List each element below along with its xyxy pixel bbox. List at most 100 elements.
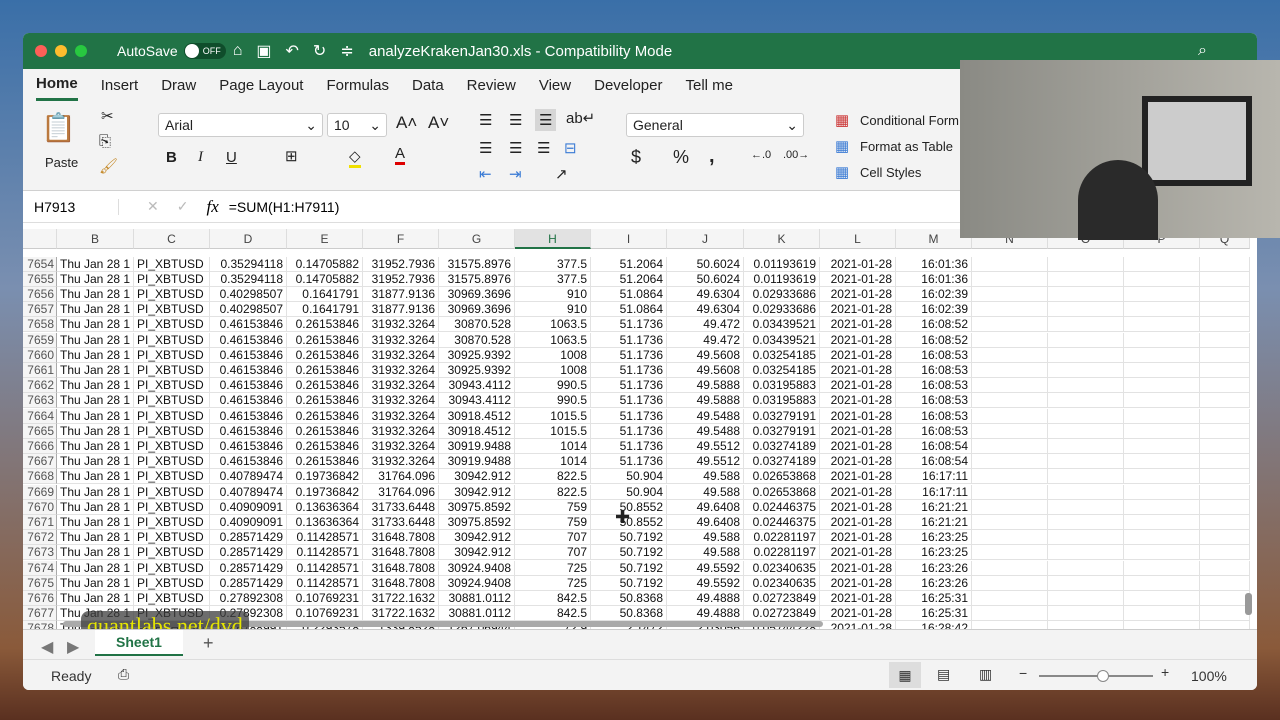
cell-J7665[interactable]: 49.5488 bbox=[667, 423, 744, 439]
empty-cell[interactable] bbox=[1124, 530, 1200, 546]
tab-page-layout[interactable]: Page Layout bbox=[219, 71, 303, 100]
cell-B7657[interactable]: Thu Jan 28 1 bbox=[57, 302, 134, 318]
empty-cell[interactable] bbox=[972, 514, 1048, 531]
cell-E7672[interactable]: 0.11428571 bbox=[287, 530, 363, 546]
cell-I7657[interactable]: 51.0864 bbox=[591, 302, 667, 318]
cell-E7654[interactable]: 0.14705882 bbox=[287, 256, 363, 272]
cell-J7667[interactable]: 49.5512 bbox=[667, 454, 744, 470]
empty-cell[interactable] bbox=[1048, 499, 1124, 515]
row-header[interactable]: 7676 bbox=[23, 590, 57, 607]
cell-D7674[interactable]: 0.28571429 bbox=[210, 560, 287, 576]
cell-M7654[interactable]: 16:01:36 bbox=[896, 256, 972, 272]
cell-L7667[interactable]: 2021-01-28 bbox=[820, 454, 896, 470]
next-sheet-icon[interactable]: ▶ bbox=[67, 637, 79, 657]
search-icon[interactable]: ⌕ bbox=[1198, 42, 1207, 60]
cell-I7659[interactable]: 51.1736 bbox=[591, 332, 667, 348]
cell-G7673[interactable]: 30942.912 bbox=[439, 545, 515, 561]
column-header-G[interactable]: G bbox=[439, 229, 515, 249]
cell-K7662[interactable]: 0.03195883 bbox=[744, 378, 820, 394]
cell-J7657[interactable]: 49.6304 bbox=[667, 302, 744, 318]
cell-C7674[interactable]: PI_XBTUSD bbox=[134, 560, 210, 576]
cell-G7667[interactable]: 30919.9488 bbox=[439, 454, 515, 470]
row-header[interactable]: 7665 bbox=[23, 423, 57, 439]
cell-E7662[interactable]: 0.26153846 bbox=[287, 378, 363, 394]
cell-H7666[interactable]: 1014 bbox=[515, 438, 591, 455]
empty-cell[interactable] bbox=[1200, 378, 1250, 394]
cell-K7677[interactable]: 0.02723849 bbox=[744, 606, 820, 622]
cell-G7663[interactable]: 30943.4112 bbox=[439, 393, 515, 409]
column-header-K[interactable]: K bbox=[744, 229, 820, 249]
row-header[interactable]: 7663 bbox=[23, 393, 57, 409]
align-top-icon[interactable]: ☰ bbox=[479, 111, 492, 129]
cell-L7672[interactable]: 2021-01-28 bbox=[820, 530, 896, 546]
cell-M7656[interactable]: 16:02:39 bbox=[896, 286, 972, 303]
tab-insert[interactable]: Insert bbox=[101, 71, 139, 100]
empty-cell[interactable] bbox=[1124, 378, 1200, 394]
cell-L7666[interactable]: 2021-01-28 bbox=[820, 438, 896, 455]
empty-cell[interactable] bbox=[1124, 438, 1200, 455]
cell-B7675[interactable]: Thu Jan 28 1 bbox=[57, 575, 134, 591]
empty-cell[interactable] bbox=[1200, 256, 1250, 272]
cell-C7654[interactable]: PI_XBTUSD bbox=[134, 256, 210, 272]
cell-C7666[interactable]: PI_XBTUSD bbox=[134, 438, 210, 455]
empty-cell[interactable] bbox=[1048, 575, 1124, 591]
row-header[interactable]: 7661 bbox=[23, 362, 57, 379]
cell-I7667[interactable]: 51.1736 bbox=[591, 454, 667, 470]
cell-C7670[interactable]: PI_XBTUSD bbox=[134, 499, 210, 515]
cell-H7671[interactable]: 759 bbox=[515, 514, 591, 531]
empty-cell[interactable] bbox=[1200, 621, 1250, 629]
fill-color-icon[interactable]: ◇ bbox=[349, 147, 361, 168]
vertical-scrollbar[interactable] bbox=[1245, 593, 1252, 615]
empty-cell[interactable] bbox=[972, 606, 1048, 622]
increase-indent-icon[interactable]: ⇥ bbox=[509, 165, 522, 183]
empty-cell[interactable] bbox=[1124, 393, 1200, 409]
cell-D7655[interactable]: 0.35294118 bbox=[210, 271, 287, 287]
cell-L7662[interactable]: 2021-01-28 bbox=[820, 378, 896, 394]
cell-L7676[interactable]: 2021-01-28 bbox=[820, 590, 896, 607]
cell-H7658[interactable]: 1063.5 bbox=[515, 317, 591, 333]
cell-M7671[interactable]: 16:21:21 bbox=[896, 514, 972, 531]
cell-I7656[interactable]: 51.0864 bbox=[591, 286, 667, 303]
empty-cell[interactable] bbox=[1048, 256, 1124, 272]
cell-E7667[interactable]: 0.26153846 bbox=[287, 454, 363, 470]
cell-L7675[interactable]: 2021-01-28 bbox=[820, 575, 896, 591]
row-header[interactable]: 7675 bbox=[23, 575, 57, 591]
empty-cell[interactable] bbox=[1124, 514, 1200, 531]
cell-D7658[interactable]: 0.46153846 bbox=[210, 317, 287, 333]
decrease-indent-icon[interactable]: ⇤ bbox=[479, 165, 492, 183]
empty-cell[interactable] bbox=[972, 271, 1048, 287]
empty-cell[interactable] bbox=[972, 408, 1048, 424]
cell-E7663[interactable]: 0.26153846 bbox=[287, 393, 363, 409]
cell-G7659[interactable]: 30870.528 bbox=[439, 332, 515, 348]
cell-E7668[interactable]: 0.19736842 bbox=[287, 469, 363, 485]
cell-L7677[interactable]: 2021-01-28 bbox=[820, 606, 896, 622]
empty-cell[interactable] bbox=[1124, 271, 1200, 287]
autosave-toggle[interactable]: OFF bbox=[183, 43, 226, 59]
decrease-decimal-icon[interactable]: .00→ bbox=[783, 149, 809, 161]
cell-I7677[interactable]: 50.8368 bbox=[591, 606, 667, 622]
cell-G7658[interactable]: 30870.528 bbox=[439, 317, 515, 333]
align-left-icon[interactable]: ☰ bbox=[479, 139, 492, 157]
page-layout-view-icon[interactable]: ▤ bbox=[937, 666, 950, 683]
cell-F7662[interactable]: 31932.3264 bbox=[363, 378, 439, 394]
empty-cell[interactable] bbox=[1048, 438, 1124, 455]
cell-J7658[interactable]: 49.472 bbox=[667, 317, 744, 333]
empty-cell[interactable] bbox=[1048, 408, 1124, 424]
number-format-select[interactable]: General ⌄ bbox=[626, 113, 804, 137]
cell-G7656[interactable]: 30969.3696 bbox=[439, 286, 515, 303]
cell-D7675[interactable]: 0.28571429 bbox=[210, 575, 287, 591]
cell-M7659[interactable]: 16:08:52 bbox=[896, 332, 972, 348]
cell-K7672[interactable]: 0.02281197 bbox=[744, 530, 820, 546]
column-header-J[interactable]: J bbox=[667, 229, 744, 249]
select-all-corner[interactable] bbox=[23, 229, 57, 249]
conditional-formatting-button[interactable]: Conditional Form bbox=[860, 113, 959, 128]
cell-K7666[interactable]: 0.03274189 bbox=[744, 438, 820, 455]
cell-L7671[interactable]: 2021-01-28 bbox=[820, 514, 896, 531]
cell-C7668[interactable]: PI_XBTUSD bbox=[134, 469, 210, 485]
cell-J7673[interactable]: 49.588 bbox=[667, 545, 744, 561]
cell-D7656[interactable]: 0.40298507 bbox=[210, 286, 287, 303]
cell-D7669[interactable]: 0.40789474 bbox=[210, 484, 287, 500]
cell-E7677[interactable]: 0.10769231 bbox=[287, 606, 363, 622]
empty-cell[interactable] bbox=[972, 499, 1048, 515]
cell-G7665[interactable]: 30918.4512 bbox=[439, 423, 515, 439]
